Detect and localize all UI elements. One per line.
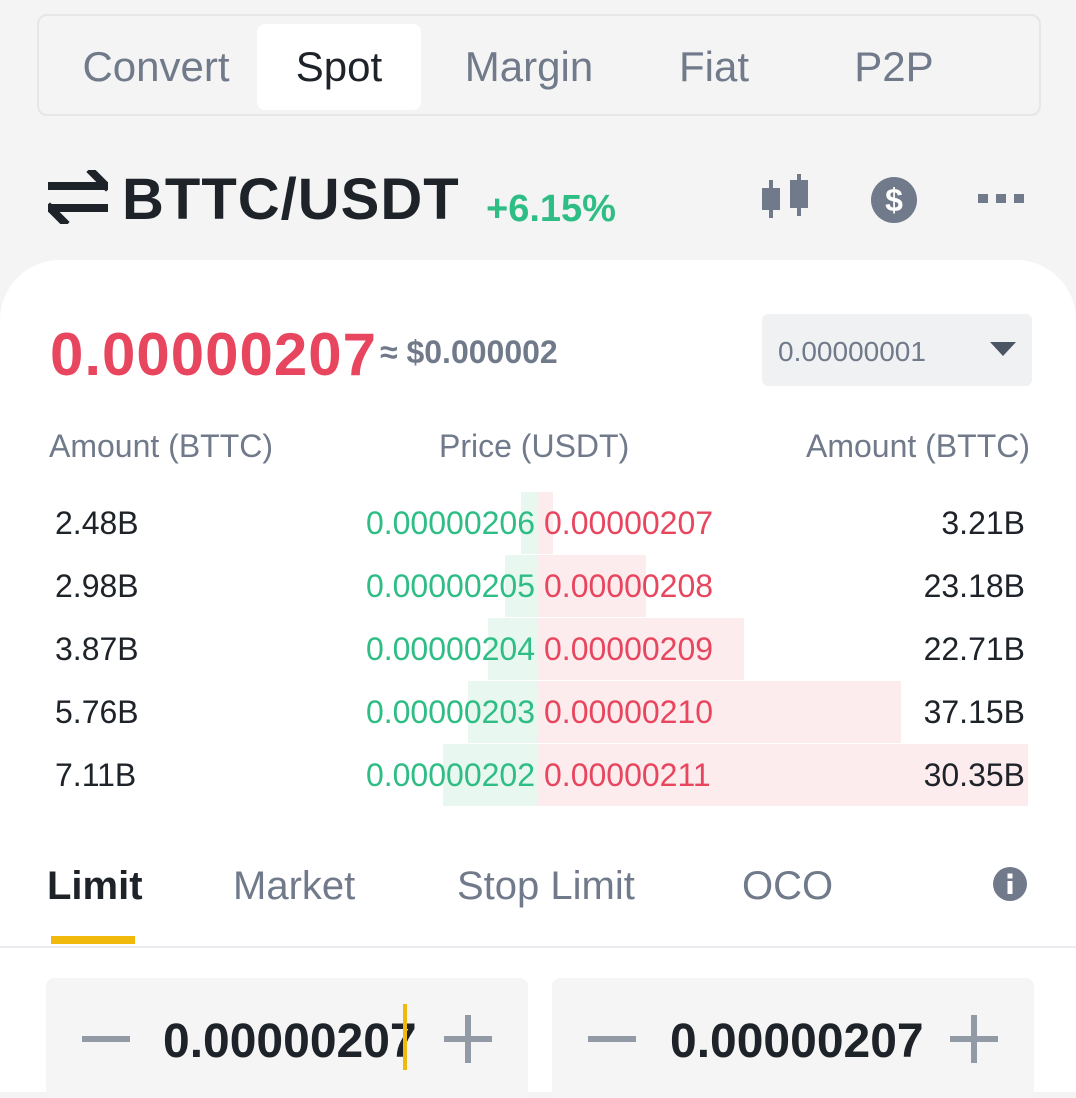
last-price: 0.00000207 [50,321,377,388]
more-icon[interactable] [978,192,1026,204]
price-input[interactable]: 0.00000207 [163,1014,417,1069]
pair-name[interactable]: BTTC/USDT [122,166,460,233]
svg-text:$: $ [885,182,903,218]
market-tabs: Convert Spot Margin Fiat P2P [37,14,1041,116]
ask-price: 0.00000211 [544,757,711,793]
bid-amount-header: Amount (BTTC) [49,428,274,464]
ask-amount: 22.71B [923,631,1025,667]
info-icon[interactable] [992,866,1028,902]
swap-arrows-icon[interactable] [48,170,108,224]
ask-amount: 23.18B [923,568,1025,604]
tab-convert[interactable]: Convert [51,24,261,110]
bid-price: 0.00000205 [365,568,535,604]
bid-amount: 3.87B [55,631,139,667]
bid-price: 0.00000202 [365,757,535,793]
precision-select[interactable]: 0.00000001 [762,314,1032,386]
ask-amount: 3.21B [941,505,1025,541]
candlestick-chart-icon[interactable] [760,174,814,220]
active-tab-underline [51,936,135,944]
order-book-row[interactable]: 2.98B 0.00000205 0.00000208 23.18B [0,555,1076,617]
order-type-stop-limit[interactable]: Stop Limit [457,864,635,909]
plus-icon-stem [971,1015,977,1063]
bid-amount: 2.98B [55,568,139,604]
ask-amount-header: Amount (BTTC) [805,428,1030,464]
tab-p2p[interactable]: P2P [819,24,969,110]
minus-icon[interactable] [82,1036,130,1042]
ask-amount: 30.35B [923,757,1025,793]
bid-price: 0.00000206 [365,505,535,541]
ask-price: 0.00000210 [544,694,714,730]
tab-fiat[interactable]: Fiat [649,24,779,110]
ask-price: 0.00000209 [544,631,714,667]
order-type-limit[interactable]: Limit [47,864,143,909]
tab-spot[interactable]: Spot [257,24,421,110]
caret-down-icon [990,342,1016,356]
pair-header: BTTC/USDT +6.15% $ [0,160,1076,240]
plus-icon-stem [465,1015,471,1063]
order-book-row[interactable]: 5.76B 0.00000203 0.00000210 37.15B [0,681,1076,743]
bid-amount: 2.48B [55,505,139,541]
amount-input[interactable]: 0.00000207 [670,1014,924,1069]
bid-price: 0.00000203 [365,694,535,730]
text-cursor [403,1004,407,1070]
price-change-badge: +6.15% [486,188,616,230]
bid-amount: 7.11B [55,757,137,793]
order-book-row[interactable]: 2.48B 0.00000206 0.00000207 3.21B [0,492,1076,554]
tab-margin[interactable]: Margin [439,24,619,110]
bid-price: 0.00000204 [365,631,535,667]
ask-price: 0.00000207 [544,505,714,541]
order-book-row[interactable]: 3.87B 0.00000204 0.00000209 22.71B [0,618,1076,680]
approx-usd-price: ≈ $0.000002 [380,334,558,370]
order-book-row[interactable]: 7.11B 0.00000202 0.00000211 30.35B [0,744,1076,806]
dollar-icon[interactable]: $ [870,176,918,224]
price-stepper[interactable]: 0.00000207 [46,978,528,1098]
ask-amount: 37.15B [923,694,1025,730]
trade-card: 0.00000207 ≈ $0.000002 0.00000001 Amount… [0,260,1076,1098]
price-header: Price (USDT) [439,428,630,464]
divider [0,946,1076,948]
precision-value: 0.00000001 [778,336,926,367]
order-type-oco[interactable]: OCO [742,864,833,909]
minus-icon[interactable] [588,1036,636,1042]
order-type-market[interactable]: Market [233,864,355,909]
bid-amount: 5.76B [55,694,139,730]
ask-price: 0.00000208 [544,568,714,604]
amount-stepper[interactable]: 0.00000207 [552,978,1034,1098]
